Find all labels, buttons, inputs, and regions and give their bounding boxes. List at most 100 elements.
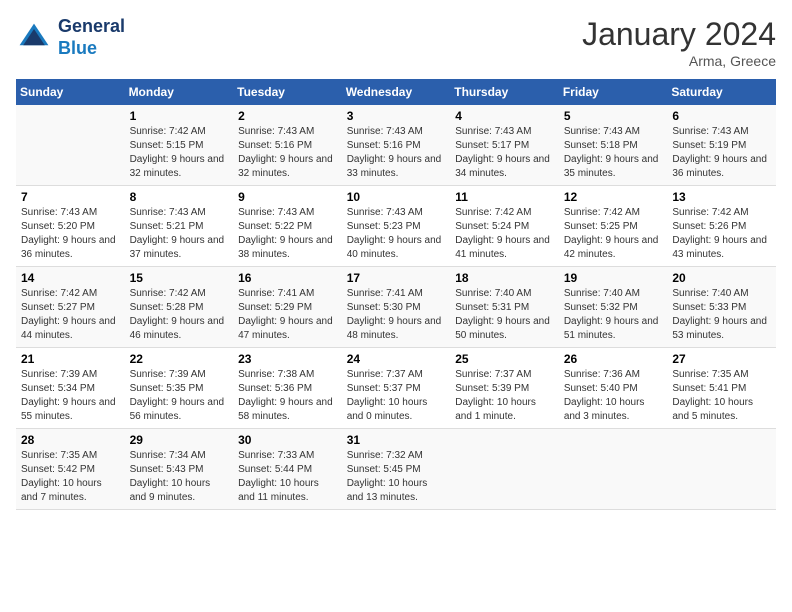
day-info: Sunrise: 7:38 AM Sunset: 5:36 PM Dayligh… [238,368,337,424]
day-number: 12 [564,190,663,204]
calendar-cell: 20 Sunrise: 7:40 AM Sunset: 5:33 PM Dayli… [667,267,776,348]
day-info: Sunrise: 7:35 AM Sunset: 5:42 PM Dayligh… [21,449,120,505]
calendar-cell: 7Sunrise: 7:43 AM Sunset: 5:20 PM Daylig… [16,186,125,267]
calendar-cell [559,429,668,510]
day-number: 11 [455,190,554,204]
calendar-cell: 13 Sunrise: 7:42 AM Sunset: 5:26 PM Dayli… [667,186,776,267]
day-number: 22 [130,352,229,366]
day-info: Sunrise: 7:43 AM Sunset: 5:16 PM Dayligh… [347,125,446,181]
weekday-header: Tuesday [233,79,342,105]
calendar-header-row: SundayMondayTuesdayWednesdayThursdayFrid… [16,79,776,105]
calendar-cell: 28 Sunrise: 7:35 AM Sunset: 5:42 PM Dayli… [16,429,125,510]
day-info: Sunrise: 7:43 AM Sunset: 5:17 PM Dayligh… [455,125,554,181]
day-number: 27 [672,352,771,366]
day-info: Sunrise: 7:42 AM Sunset: 5:26 PM Dayligh… [672,206,771,262]
calendar-cell: 17Sunrise: 7:41 AM Sunset: 5:30 PM Dayli… [342,267,451,348]
calendar-cell: 27 Sunrise: 7:35 AM Sunset: 5:41 PM Dayli… [667,348,776,429]
day-info: Sunrise: 7:42 AM Sunset: 5:15 PM Dayligh… [130,125,229,181]
calendar-table: SundayMondayTuesdayWednesdayThursdayFrid… [16,79,776,510]
day-number: 29 [130,433,229,447]
day-number: 8 [130,190,229,204]
day-info: Sunrise: 7:39 AM Sunset: 5:35 PM Dayligh… [130,368,229,424]
day-number: 1 [130,109,229,123]
calendar-cell: 16Sunrise: 7:41 AM Sunset: 5:29 PM Dayli… [233,267,342,348]
calendar-cell: 9 Sunrise: 7:43 AM Sunset: 5:22 PM Daylig… [233,186,342,267]
day-number: 5 [564,109,663,123]
calendar-cell: 30 Sunrise: 7:33 AM Sunset: 5:44 PM Dayli… [233,429,342,510]
day-info: Sunrise: 7:43 AM Sunset: 5:18 PM Dayligh… [564,125,663,181]
day-info: Sunrise: 7:37 AM Sunset: 5:37 PM Dayligh… [347,368,446,424]
calendar-body: 1 Sunrise: 7:42 AM Sunset: 5:15 PM Daylig… [16,105,776,510]
day-info: Sunrise: 7:42 AM Sunset: 5:27 PM Dayligh… [21,287,120,343]
day-number: 14 [21,271,120,285]
weekday-header: Saturday [667,79,776,105]
page-title: January 2024 [582,16,776,53]
calendar-cell: 22 Sunrise: 7:39 AM Sunset: 5:35 PM Dayli… [125,348,234,429]
calendar-cell: 21Sunrise: 7:39 AM Sunset: 5:34 PM Dayli… [16,348,125,429]
calendar-cell: 14 Sunrise: 7:42 AM Sunset: 5:27 PM Dayli… [16,267,125,348]
day-info: Sunrise: 7:43 AM Sunset: 5:19 PM Dayligh… [672,125,771,181]
day-number: 7 [21,190,120,204]
day-info: Sunrise: 7:40 AM Sunset: 5:33 PM Dayligh… [672,287,771,343]
day-info: Sunrise: 7:43 AM Sunset: 5:22 PM Dayligh… [238,206,337,262]
weekday-header: Sunday [16,79,125,105]
day-number: 6 [672,109,771,123]
page-header: General Blue January 2024 Arma, Greece [16,16,776,69]
calendar-cell: 11 Sunrise: 7:42 AM Sunset: 5:24 PM Dayli… [450,186,559,267]
day-number: 28 [21,433,120,447]
day-number: 19 [564,271,663,285]
day-number: 13 [672,190,771,204]
day-number: 10 [347,190,446,204]
day-info: Sunrise: 7:35 AM Sunset: 5:41 PM Dayligh… [672,368,771,424]
day-number: 2 [238,109,337,123]
calendar-cell [667,429,776,510]
day-number: 17 [347,271,446,285]
calendar-cell: 12 Sunrise: 7:42 AM Sunset: 5:25 PM Dayli… [559,186,668,267]
calendar-cell: 25 Sunrise: 7:37 AM Sunset: 5:39 PM Dayli… [450,348,559,429]
logo: General Blue [16,16,125,59]
weekday-header: Monday [125,79,234,105]
calendar-cell: 4 Sunrise: 7:43 AM Sunset: 5:17 PM Daylig… [450,105,559,186]
day-info: Sunrise: 7:42 AM Sunset: 5:24 PM Dayligh… [455,206,554,262]
weekday-header: Wednesday [342,79,451,105]
day-number: 25 [455,352,554,366]
day-number: 31 [347,433,446,447]
day-number: 20 [672,271,771,285]
title-block: January 2024 Arma, Greece [582,16,776,69]
calendar-cell: 2Sunrise: 7:43 AM Sunset: 5:16 PM Daylig… [233,105,342,186]
day-info: Sunrise: 7:37 AM Sunset: 5:39 PM Dayligh… [455,368,554,424]
day-info: Sunrise: 7:36 AM Sunset: 5:40 PM Dayligh… [564,368,663,424]
day-number: 24 [347,352,446,366]
day-number: 4 [455,109,554,123]
day-number: 26 [564,352,663,366]
calendar-week-row: 21Sunrise: 7:39 AM Sunset: 5:34 PM Dayli… [16,348,776,429]
day-info: Sunrise: 7:40 AM Sunset: 5:32 PM Dayligh… [564,287,663,343]
day-number: 9 [238,190,337,204]
day-info: Sunrise: 7:40 AM Sunset: 5:31 PM Dayligh… [455,287,554,343]
logo-icon [16,20,52,56]
calendar-cell: 3Sunrise: 7:43 AM Sunset: 5:16 PM Daylig… [342,105,451,186]
calendar-cell: 29 Sunrise: 7:34 AM Sunset: 5:43 PM Dayli… [125,429,234,510]
calendar-cell: 10 Sunrise: 7:43 AM Sunset: 5:23 PM Dayli… [342,186,451,267]
calendar-cell: 31 Sunrise: 7:32 AM Sunset: 5:45 PM Dayli… [342,429,451,510]
calendar-cell: 8Sunrise: 7:43 AM Sunset: 5:21 PM Daylig… [125,186,234,267]
calendar-cell: 1 Sunrise: 7:42 AM Sunset: 5:15 PM Daylig… [125,105,234,186]
day-number: 16 [238,271,337,285]
calendar-cell: 5 Sunrise: 7:43 AM Sunset: 5:18 PM Daylig… [559,105,668,186]
day-info: Sunrise: 7:42 AM Sunset: 5:25 PM Dayligh… [564,206,663,262]
day-info: Sunrise: 7:32 AM Sunset: 5:45 PM Dayligh… [347,449,446,505]
day-number: 15 [130,271,229,285]
calendar-week-row: 14 Sunrise: 7:42 AM Sunset: 5:27 PM Dayli… [16,267,776,348]
calendar-cell: 24 Sunrise: 7:37 AM Sunset: 5:37 PM Dayli… [342,348,451,429]
calendar-week-row: 7Sunrise: 7:43 AM Sunset: 5:20 PM Daylig… [16,186,776,267]
calendar-cell [16,105,125,186]
day-info: Sunrise: 7:43 AM Sunset: 5:23 PM Dayligh… [347,206,446,262]
weekday-header: Friday [559,79,668,105]
day-info: Sunrise: 7:34 AM Sunset: 5:43 PM Dayligh… [130,449,229,505]
calendar-week-row: 28 Sunrise: 7:35 AM Sunset: 5:42 PM Dayli… [16,429,776,510]
day-number: 18 [455,271,554,285]
day-number: 21 [21,352,120,366]
day-number: 23 [238,352,337,366]
day-info: Sunrise: 7:33 AM Sunset: 5:44 PM Dayligh… [238,449,337,505]
day-number: 30 [238,433,337,447]
